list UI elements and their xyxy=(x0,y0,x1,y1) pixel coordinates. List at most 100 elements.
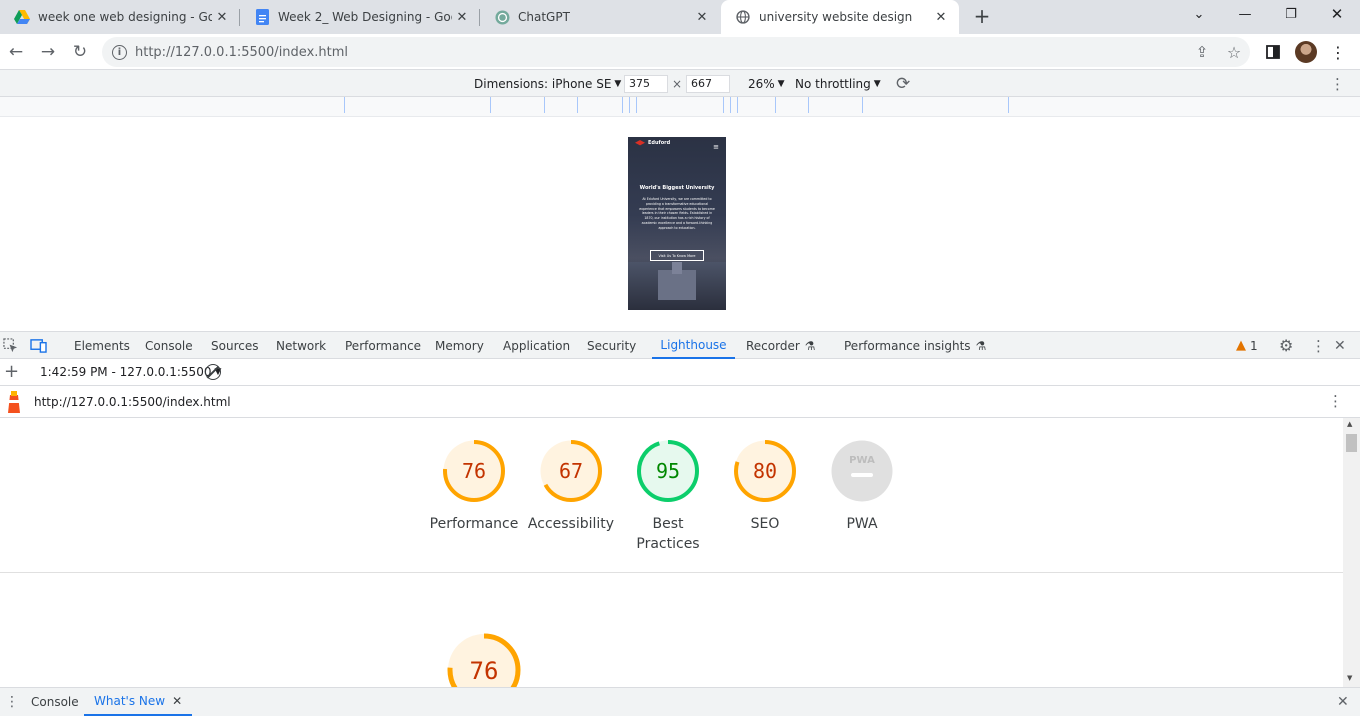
clear-reports-icon[interactable] xyxy=(205,364,221,380)
score-gauge-seo[interactable]: 80 SEO xyxy=(715,438,815,568)
score-gauge-accessibility[interactable]: 67 Accessibility xyxy=(521,438,621,568)
media-query-marker[interactable] xyxy=(344,97,345,113)
media-query-marker[interactable] xyxy=(622,97,623,113)
media-query-marker[interactable] xyxy=(1008,97,1009,113)
tab-performance[interactable]: Performance xyxy=(345,332,421,359)
drawer-menu-icon[interactable]: ⋮ xyxy=(5,688,19,716)
back-icon[interactable]: ← xyxy=(2,38,30,66)
media-query-marker[interactable] xyxy=(629,97,630,113)
media-query-marker[interactable] xyxy=(490,97,491,113)
media-query-marker[interactable] xyxy=(808,97,809,113)
dropdown-arrow-icon: ▼ xyxy=(777,78,785,89)
address-bar[interactable]: i http://127.0.0.1:5500/index.html xyxy=(102,37,1250,67)
width-field[interactable]: 375 xyxy=(624,70,668,97)
media-query-marker[interactable] xyxy=(730,97,731,113)
media-query-marker[interactable] xyxy=(577,97,578,113)
google-docs-icon xyxy=(254,9,270,25)
score-label: Performance xyxy=(429,516,519,532)
score-label: PWA xyxy=(846,516,878,532)
score-gauge-best-practices[interactable]: 95 Best Practices xyxy=(618,438,718,568)
rotate-icon[interactable]: ⟳ xyxy=(896,70,910,97)
tab-memory[interactable]: Memory xyxy=(435,332,484,359)
media-query-marker[interactable] xyxy=(862,97,863,113)
tab-elements[interactable]: Elements xyxy=(74,332,130,359)
lighthouse-toolbar: + 1:42:59 PM - 127.0.0.1:5500 ▼ xyxy=(0,359,1360,386)
chatgpt-icon xyxy=(494,9,510,25)
close-tab-icon[interactable]: ✕ xyxy=(931,7,951,27)
tab-search-icon[interactable]: ⌄ xyxy=(1176,0,1222,28)
site-brand[interactable]: Eduford xyxy=(648,140,670,146)
media-query-marker[interactable] xyxy=(775,97,776,113)
tab-network[interactable]: Network xyxy=(276,332,326,359)
globe-icon xyxy=(735,9,751,25)
device-select[interactable]: Dimensions: iPhone SE ▼ xyxy=(474,70,621,97)
tab-console[interactable]: Console xyxy=(145,332,193,359)
close-drawer-icon[interactable]: ✕ xyxy=(1337,688,1349,716)
tab-title: Week 2_ Web Designing - Goog xyxy=(278,10,452,24)
drawer-tab-whats-new[interactable]: What's New ✕ xyxy=(84,688,193,716)
zoom-select[interactable]: 26% ▼ xyxy=(748,70,785,97)
tab-lighthouse[interactable]: Lighthouse xyxy=(652,332,735,359)
scroll-up-icon[interactable]: ▲ xyxy=(1347,420,1352,428)
close-tab-icon[interactable]: ✕ xyxy=(212,7,232,27)
media-query-marker[interactable] xyxy=(737,97,738,113)
media-query-marker[interactable] xyxy=(636,97,637,113)
reload-icon[interactable]: ↻ xyxy=(66,38,94,66)
new-tab-button[interactable]: + xyxy=(968,2,996,30)
hero-cta-button[interactable]: Visit Us To Know More xyxy=(650,250,704,261)
width-value[interactable]: 375 xyxy=(624,74,668,93)
score-gauge-performance[interactable]: 76 Performance xyxy=(424,438,524,568)
browser-tab-2[interactable]: Week 2_ Web Designing - Goog ✕ xyxy=(240,0,480,34)
report-url-bar: http://127.0.0.1:5500/index.html ⋮ xyxy=(0,386,1360,418)
media-query-bar[interactable] xyxy=(0,97,1360,117)
browser-tab-1[interactable]: week one web designing - Goog ✕ xyxy=(0,0,240,34)
forward-icon[interactable]: → xyxy=(34,38,62,66)
avatar[interactable] xyxy=(1292,38,1320,66)
scroll-down-icon[interactable]: ▼ xyxy=(1347,674,1352,682)
performance-big-gauge[interactable]: 76 xyxy=(446,632,522,687)
browser-tab-active[interactable]: university website design ✕ xyxy=(721,0,959,34)
close-tab-icon[interactable]: ✕ xyxy=(452,7,472,27)
browser-menu-icon[interactable]: ⋮ xyxy=(1324,38,1352,66)
media-query-marker[interactable] xyxy=(723,97,724,113)
devtools-menu-icon[interactable]: ⋮ xyxy=(1311,332,1326,359)
media-query-marker[interactable] xyxy=(544,97,545,113)
address-url[interactable]: http://127.0.0.1:5500/index.html xyxy=(135,45,348,60)
close-tab-icon[interactable]: ✕ xyxy=(172,694,182,708)
warning-count: 1 xyxy=(1250,338,1258,353)
settings-gear-icon[interactable]: ⚙ xyxy=(1279,332,1293,359)
hamburger-menu-icon[interactable]: ≡ xyxy=(713,143,719,151)
report-menu-icon[interactable]: ⋮ xyxy=(1328,392,1343,410)
restore-icon[interactable]: ❐ xyxy=(1268,0,1314,28)
drawer-tab-console[interactable]: Console xyxy=(31,688,79,716)
close-window-icon[interactable]: ✕ xyxy=(1314,0,1360,28)
tab-application[interactable]: Application xyxy=(503,332,570,359)
tab-recorder[interactable]: Recorder ⚗ xyxy=(746,332,816,359)
close-devtools-icon[interactable]: ✕ xyxy=(1334,332,1346,359)
report-select[interactable]: 1:42:59 PM - 127.0.0.1:5500 ▼ xyxy=(40,365,221,379)
issues-badge[interactable]: ▲ 1 xyxy=(1236,332,1258,359)
bookmark-star-icon[interactable]: ☆ xyxy=(1220,38,1248,66)
close-tab-icon[interactable]: ✕ xyxy=(692,7,712,27)
score-gauge-pwa[interactable]: PWA PWA xyxy=(812,438,912,568)
share-icon[interactable]: ⇪ xyxy=(1188,38,1216,66)
tab-sources[interactable]: Sources xyxy=(211,332,258,359)
inspect-element-icon[interactable] xyxy=(3,332,18,359)
throttling-select[interactable]: No throttling ▼ xyxy=(795,70,881,97)
tab-performance-insights[interactable]: Performance insights ⚗ xyxy=(844,332,986,359)
report-url[interactable]: http://127.0.0.1:5500/index.html xyxy=(34,395,231,409)
tab-security[interactable]: Security xyxy=(587,332,636,359)
new-report-icon[interactable]: + xyxy=(4,361,19,382)
scrollbar-thumb[interactable] xyxy=(1346,434,1357,452)
report-scrollbar[interactable]: ▲ ▼ xyxy=(1343,418,1360,687)
minimize-icon[interactable]: — xyxy=(1222,0,1268,28)
browser-tab-3[interactable]: ChatGPT ✕ xyxy=(480,0,720,34)
height-field[interactable]: 667 xyxy=(686,70,730,97)
device-toolbar-menu-icon[interactable]: ⋮ xyxy=(1330,70,1345,97)
tab-recorder-label: Recorder xyxy=(746,338,800,353)
side-panel-icon[interactable] xyxy=(1259,38,1287,66)
height-value[interactable]: 667 xyxy=(686,74,730,93)
site-preview[interactable]: Eduford ≡ World's Biggest University At … xyxy=(628,137,726,310)
info-icon[interactable]: i xyxy=(112,44,127,60)
device-toggle-icon[interactable] xyxy=(30,332,47,359)
